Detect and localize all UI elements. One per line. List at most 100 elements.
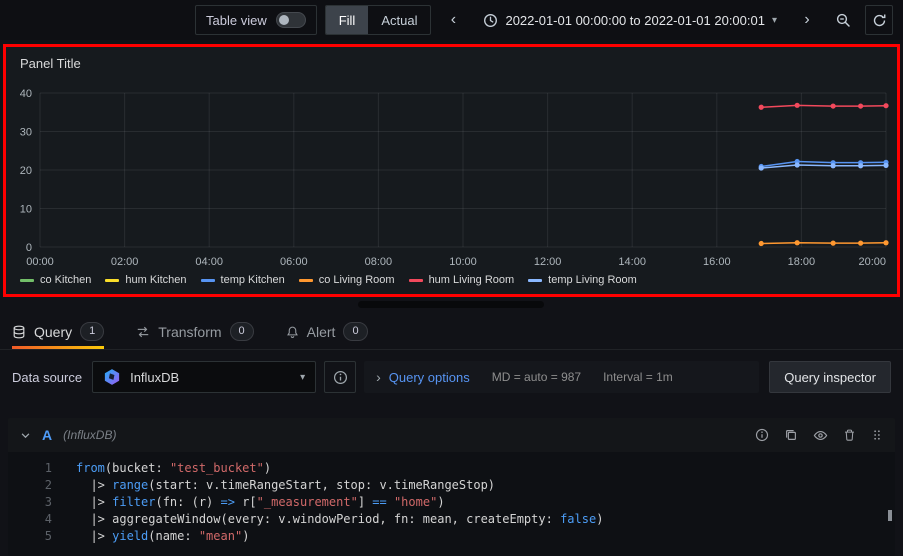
svg-text:12:00: 12:00: [534, 256, 562, 268]
legend-item[interactable]: hum Living Room: [408, 274, 515, 286]
query-actions: [755, 428, 883, 443]
grip-icon: [874, 430, 880, 440]
legend-label: hum Kitchen: [125, 274, 187, 286]
code-line[interactable]: 3 |> filter(fn: (r) => r["_measurement"]…: [8, 494, 895, 511]
svg-text:20: 20: [20, 165, 32, 177]
timeseries-chart[interactable]: 0 10 20 30 40 00:00 02:00 04:00 06:00 08:00 10:00 1…: [10, 83, 895, 273]
line-number: 5: [44, 529, 52, 543]
trash-icon: [845, 429, 854, 441]
drag-query-handle[interactable]: [871, 428, 883, 442]
svg-text:00:00: 00:00: [26, 256, 54, 268]
refresh-button[interactable]: [865, 5, 893, 35]
copy-icon: [786, 430, 796, 440]
datasource-label: Data source: [12, 369, 83, 385]
legend-label: co Living Room: [318, 274, 395, 286]
query-inspector-button[interactable]: Query inspector: [769, 361, 891, 393]
collapse-query-button[interactable]: [20, 430, 31, 441]
database-icon: [13, 325, 25, 338]
svg-text:40: 40: [20, 88, 32, 100]
legend-item[interactable]: temp Kitchen: [200, 274, 285, 286]
hide-response-button[interactable]: [813, 428, 828, 443]
query-count-badge: 1: [80, 322, 105, 341]
svg-text:08:00: 08:00: [365, 256, 393, 268]
time-shift-back-button[interactable]: ‹: [439, 5, 467, 35]
chart-legend: co Kitchen hum Kitchen temp Kitchen co Livi…: [6, 273, 897, 286]
transform-count-badge: 0: [229, 322, 254, 341]
code-line[interactable]: 5 |> yield(name: "mean"): [8, 528, 895, 545]
svg-text:10:00: 10:00: [449, 256, 477, 268]
tab-query-label: Query: [34, 323, 73, 340]
legend-swatch: [298, 278, 313, 282]
legend-label: temp Living Room: [548, 274, 637, 286]
legend-swatch: [528, 278, 543, 282]
chevron-right-icon: ›: [804, 11, 810, 28]
code-line[interactable]: 4 |> aggregateWindow(every: v.windowPeri…: [8, 511, 895, 528]
query-datasource-hint: (InfluxDB): [63, 428, 117, 442]
code-line[interactable]: 2 |> range(start: v.timeRangeStart, stop…: [8, 477, 895, 494]
svg-text:02:00: 02:00: [111, 256, 139, 268]
flux-code-editor[interactable]: 1 from(bucket: "test_bucket") 2 |> range(s…: [8, 452, 895, 556]
chevron-left-icon: ‹: [450, 11, 457, 28]
table-view-control[interactable]: Table view: [195, 5, 317, 35]
svg-text:14:00: 14:00: [618, 256, 646, 268]
caret-down-icon: ▾: [771, 14, 777, 26]
panel-title: Panel Title: [20, 56, 81, 71]
select-caret-icon: ▾: [300, 371, 306, 383]
clock-icon: [484, 13, 498, 27]
line-number: 1: [44, 461, 52, 475]
fill-option[interactable]: Fill: [325, 6, 369, 34]
bell-icon: [286, 326, 298, 338]
svg-text:0: 0: [26, 242, 32, 254]
max-data-points-text: MD = auto = 987: [491, 370, 582, 384]
tab-query[interactable]: Query 1: [12, 314, 105, 349]
tab-alert[interactable]: Alert 0: [286, 314, 368, 349]
refresh-icon: [873, 14, 885, 26]
query-options-label: Query options: [388, 369, 470, 385]
transform-icon: [138, 326, 149, 337]
actual-option[interactable]: Actual: [368, 6, 430, 34]
svg-text:10: 10: [20, 204, 32, 216]
zoom-out-icon: [836, 13, 850, 27]
tab-alert-label: Alert: [306, 323, 336, 340]
eye-icon: [813, 430, 828, 440]
tab-transform-label: Transform: [158, 323, 222, 340]
zoom-out-button[interactable]: [829, 5, 857, 35]
query-editor-card: A (InfluxDB) 1 from(bucket: "test_bucket…: [8, 418, 895, 556]
legend-item[interactable]: co Living Room: [298, 274, 395, 286]
svg-text:30: 30: [20, 127, 32, 139]
datasource-select[interactable]: InfluxDB ▾: [92, 361, 317, 393]
influxdb-logo: [104, 369, 120, 385]
legend-item[interactable]: hum Kitchen: [105, 274, 187, 286]
legend-label: hum Living Room: [428, 274, 515, 286]
time-shift-forward-button[interactable]: ›: [793, 5, 821, 35]
remove-query-button[interactable]: [843, 428, 856, 442]
legend-swatch: [408, 278, 423, 282]
fill-actual-segment: Fill Actual: [324, 5, 432, 35]
info-circle-icon: [333, 370, 347, 384]
legend-swatch: [20, 278, 34, 282]
legend-label: temp Kitchen: [220, 274, 285, 286]
pane-resize-handle[interactable]: [358, 301, 544, 308]
legend-swatch: [200, 278, 215, 282]
table-view-label: Table view: [206, 12, 267, 28]
code-line[interactable]: 1 from(bucket: "test_bucket"): [8, 460, 895, 477]
svg-text:04:00: 04:00: [195, 256, 223, 268]
query-help-button[interactable]: [755, 428, 769, 442]
duplicate-query-button[interactable]: [784, 428, 798, 442]
svg-text:18:00: 18:00: [788, 256, 816, 268]
time-range-picker[interactable]: 2022-01-01 00:00:00 to 2022-01-01 20:00:…: [475, 5, 785, 35]
interval-text: Interval = 1m: [603, 370, 673, 384]
legend-item[interactable]: co Kitchen: [20, 274, 91, 286]
panel-preview: Panel Title 0 10 20 30 40 00:00 02:00 04:00 06:0…: [3, 44, 900, 297]
help-circle-icon: [755, 428, 769, 442]
svg-text:20:00: 20:00: [858, 256, 886, 268]
line-number: 3: [44, 495, 52, 509]
legend-item[interactable]: temp Living Room: [528, 274, 637, 286]
query-ref-id[interactable]: A: [42, 427, 52, 443]
query-options-toggle[interactable]: › Query options MD = auto = 987 Interval…: [364, 361, 760, 393]
svg-text:16:00: 16:00: [703, 256, 731, 268]
table-view-switch[interactable]: [275, 12, 306, 28]
tab-transform[interactable]: Transform 0: [136, 314, 254, 349]
datasource-help-button[interactable]: [324, 361, 357, 393]
time-range-text: 2022-01-01 00:00:00 to 2022-01-01 20:00:…: [505, 12, 765, 28]
